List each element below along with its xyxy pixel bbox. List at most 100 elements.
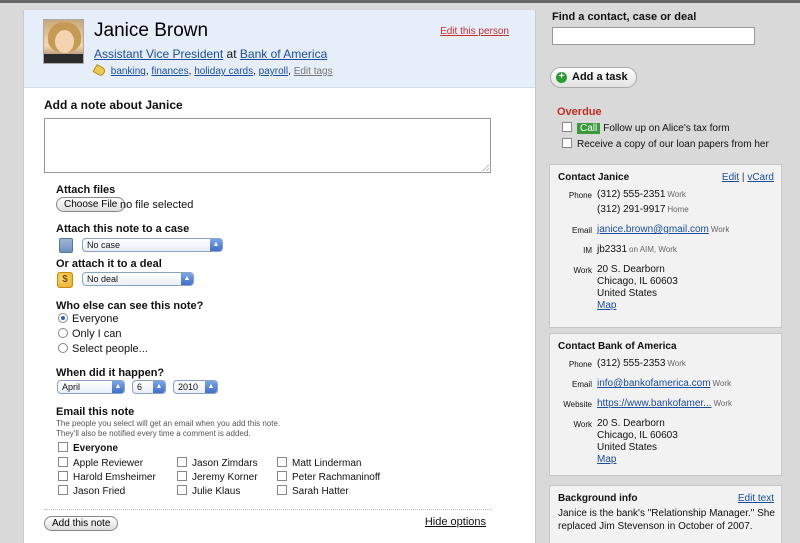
company-link[interactable]: Bank of America bbox=[240, 47, 327, 61]
task-text: Receive a copy of our loan papers from h… bbox=[577, 139, 769, 150]
email-person-checkbox[interactable]: Jason Fried bbox=[58, 485, 125, 497]
phone-type: Home bbox=[667, 205, 689, 214]
email-person-checkbox[interactable]: Jason Zimdars bbox=[177, 457, 258, 469]
tag-link[interactable]: payroll bbox=[259, 66, 288, 77]
checkbox-icon[interactable] bbox=[562, 138, 572, 148]
edit-person-link[interactable]: Edit this person bbox=[440, 26, 509, 37]
email-person-checkbox[interactable]: Sarah Hatter bbox=[277, 485, 349, 497]
task-item[interactable]: Receive a copy of our loan papers from h… bbox=[562, 138, 769, 150]
main-panel: Janice Brown Assistant Vice President at… bbox=[23, 10, 536, 543]
tag-link[interactable]: banking bbox=[111, 66, 146, 77]
task-text: Follow up on Alice's tax form bbox=[603, 123, 730, 134]
address-line: 20 S. Dearborn bbox=[597, 264, 665, 275]
add-task-label: Add a task bbox=[572, 71, 628, 83]
address-line: United States bbox=[597, 442, 658, 453]
address-line: 20 S. Dearborn bbox=[597, 418, 665, 429]
radio-icon[interactable] bbox=[58, 328, 68, 338]
checkbox-icon[interactable] bbox=[177, 457, 187, 467]
tag-link[interactable]: finances bbox=[151, 66, 188, 77]
checkbox-label: Apple Reviewer bbox=[73, 458, 144, 469]
checkbox-icon[interactable] bbox=[277, 457, 287, 467]
when-label: When did it happen? bbox=[56, 367, 165, 379]
resize-grip-icon[interactable] bbox=[482, 164, 489, 171]
tag-link[interactable]: holiday cards bbox=[194, 66, 253, 77]
email-link[interactable]: info@bankofamerica.com bbox=[597, 378, 711, 389]
checkbox-icon[interactable] bbox=[58, 442, 68, 452]
visibility-option-select[interactable]: Select people... bbox=[58, 343, 148, 355]
checkbox-icon[interactable] bbox=[58, 457, 68, 467]
note-textarea[interactable] bbox=[44, 118, 491, 173]
email-person-checkbox[interactable]: Harold Emsheimer bbox=[58, 471, 156, 483]
person-header: Janice Brown Assistant Vice President at… bbox=[24, 10, 535, 88]
chevron-down-icon: ▲︎ bbox=[181, 273, 193, 285]
email-type: Work bbox=[710, 225, 730, 234]
checkbox-icon[interactable] bbox=[277, 485, 287, 495]
checkbox-icon[interactable] bbox=[58, 485, 68, 495]
find-search-input[interactable] bbox=[552, 27, 755, 45]
radio-icon[interactable] bbox=[58, 313, 68, 323]
address-line: Chicago, IL 60603 bbox=[597, 430, 678, 441]
visibility-option-only-me[interactable]: Only I can bbox=[58, 328, 122, 340]
checkbox-label: Sarah Hatter bbox=[292, 486, 349, 497]
checkbox-label: Matt Linderman bbox=[292, 458, 362, 469]
year-value: 2010 bbox=[178, 382, 199, 392]
hide-options-link[interactable]: Hide options bbox=[425, 516, 486, 528]
checkbox-icon[interactable] bbox=[177, 485, 187, 495]
month-select[interactable]: April ▲︎ bbox=[57, 380, 125, 394]
year-select[interactable]: 2010 ▲︎ bbox=[173, 380, 218, 394]
email-person-checkbox[interactable]: Apple Reviewer bbox=[58, 457, 143, 469]
email-help-text: The people you select will get an email … bbox=[56, 419, 356, 439]
phone-type: Work bbox=[667, 190, 686, 199]
deal-select[interactable]: No deal ▲︎ bbox=[82, 272, 194, 286]
website-type: Work bbox=[713, 399, 733, 408]
add-note-button[interactable]: Add this note bbox=[44, 516, 119, 531]
choose-file-button[interactable]: Choose File bbox=[56, 197, 126, 212]
checkbox-icon[interactable] bbox=[58, 471, 68, 481]
find-label: Find a contact, case or deal bbox=[552, 11, 697, 23]
day-select[interactable]: 6 ▲︎ bbox=[132, 380, 166, 394]
email-value: janice.brown@gmail.com Work bbox=[597, 224, 729, 235]
tag-row: banking, finances, holiday cards, payrol… bbox=[92, 63, 333, 78]
checkbox-icon[interactable] bbox=[277, 471, 287, 481]
website-link[interactable]: https://www.bankofamer... bbox=[597, 398, 712, 409]
email-person-checkbox[interactable]: Jeremy Korner bbox=[177, 471, 258, 483]
chevron-down-icon: ▲︎ bbox=[112, 381, 124, 393]
checkbox-icon[interactable] bbox=[177, 471, 187, 481]
email-note-label: Email this note bbox=[56, 406, 135, 418]
phone-value: (312) 291-9917 Home bbox=[597, 204, 689, 215]
phone-label: Phone bbox=[568, 360, 592, 369]
add-task-button[interactable]: + Add a task bbox=[550, 67, 637, 88]
email-link[interactable]: janice.brown@gmail.com bbox=[597, 224, 709, 235]
person-title-link[interactable]: Assistant Vice President bbox=[94, 47, 223, 61]
card-title: Contact Bank of America bbox=[558, 341, 677, 352]
website-label: Website bbox=[563, 400, 592, 409]
map-link[interactable]: Map bbox=[597, 454, 616, 465]
edit-contact-link[interactable]: Edit bbox=[722, 172, 739, 183]
task-item[interactable]: Call Follow up on Alice's tax form bbox=[562, 122, 730, 134]
edit-background-link[interactable]: Edit text bbox=[738, 493, 774, 504]
email-person-checkbox[interactable]: Julie Klaus bbox=[177, 485, 240, 497]
call-badge: Call bbox=[577, 123, 601, 134]
im-handle: jb2331 bbox=[597, 244, 628, 255]
day-value: 6 bbox=[137, 382, 143, 392]
contact-person-card: Contact Janice Edit | vCard Phone (312) … bbox=[549, 164, 782, 328]
email-person-checkbox[interactable]: Peter Rachmaninoff bbox=[277, 471, 380, 483]
person-title-line: Assistant Vice President at Bank of Amer… bbox=[94, 47, 327, 61]
note-heading: Add a note about Janice bbox=[44, 98, 183, 112]
checkbox-label: Jason Fried bbox=[73, 486, 126, 497]
email-person-checkbox[interactable]: Matt Linderman bbox=[277, 457, 361, 469]
radio-icon[interactable] bbox=[58, 343, 68, 353]
email-type: Work bbox=[712, 379, 732, 388]
visibility-option-everyone[interactable]: Everyone bbox=[58, 313, 118, 325]
edit-tags-link[interactable]: Edit tags bbox=[294, 66, 333, 77]
checkbox-label: Jason Zimdars bbox=[192, 458, 258, 469]
email-everyone-checkbox[interactable]: Everyone bbox=[58, 442, 118, 454]
email-value: info@bankofamerica.com Work bbox=[597, 378, 731, 389]
card-links: Edit | vCard bbox=[722, 172, 774, 183]
checkbox-icon[interactable] bbox=[562, 122, 572, 132]
case-select[interactable]: No case ▲︎ bbox=[82, 238, 223, 252]
attach-files-label: Attach files bbox=[56, 184, 116, 196]
vcard-link[interactable]: vCard bbox=[747, 172, 774, 183]
attach-case-label: Attach this note to a case bbox=[56, 223, 190, 235]
map-link[interactable]: Map bbox=[597, 300, 616, 311]
